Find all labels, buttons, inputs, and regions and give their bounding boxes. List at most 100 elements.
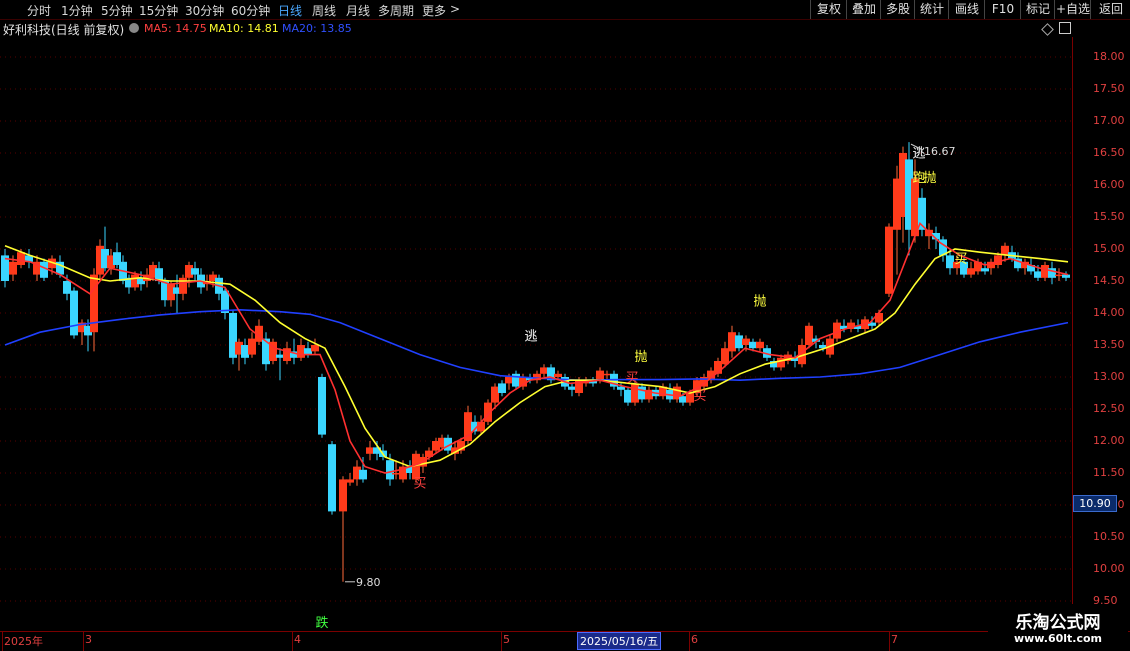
diamond-icon[interactable] — [1041, 23, 1054, 36]
period-tab-7[interactable]: 周线 — [312, 2, 336, 19]
price-tick-label: 14.50 — [1093, 274, 1125, 287]
period-tab-10[interactable]: 更多 — [422, 2, 446, 19]
up-candle — [505, 377, 513, 384]
signal-label: 逃 — [524, 330, 537, 345]
down-candle — [749, 341, 757, 349]
settings-circle-icon[interactable] — [129, 23, 139, 33]
period-tab-8[interactable]: 月线 — [346, 2, 370, 19]
up-candle — [721, 348, 729, 365]
up-candle — [346, 479, 354, 483]
up-candle — [9, 261, 17, 275]
period-tab-6[interactable]: 日线 — [278, 2, 302, 19]
up-candle — [1041, 265, 1049, 278]
ma20-line — [4, 308, 1069, 382]
toolbar-button-8[interactable]: 返回 — [1090, 0, 1130, 19]
down-candle — [386, 460, 394, 480]
stock-title: 好利科技(日线 前复权) — [3, 23, 125, 37]
up-candle — [339, 479, 347, 512]
down-candle — [63, 281, 71, 294]
down-candle — [70, 290, 78, 336]
price-tick-label: 13.50 — [1093, 338, 1125, 351]
price-tick-label: 12.50 — [1093, 402, 1125, 415]
ma20-readout: MA20: 13.85 — [282, 22, 352, 35]
date-divider — [83, 632, 84, 651]
date-label: 3 — [85, 633, 92, 646]
date-axis: 2025/05/16/五 2025年 3 4 5 6 7 — [0, 631, 1130, 651]
panel-toggle-icon[interactable] — [1059, 22, 1071, 34]
bottom-signal-label: 跌 — [315, 615, 328, 631]
date-label: 5 — [503, 633, 510, 646]
up-candle — [875, 313, 883, 323]
price-tick-label: 15.50 — [1093, 210, 1125, 223]
up-candle — [1055, 274, 1063, 277]
watermark-text: 乐淘公式网 — [1015, 613, 1101, 633]
date-divider — [689, 632, 690, 651]
up-candle — [392, 473, 400, 475]
down-candle — [638, 386, 646, 400]
more-arrow-icon[interactable]: > — [450, 2, 460, 16]
down-candle — [241, 345, 249, 358]
down-candle — [679, 396, 687, 403]
date-label: 2025年 — [4, 635, 43, 648]
toolbar-button-5[interactable]: F10 — [984, 0, 1021, 19]
signal-label: 抛 — [753, 294, 766, 309]
date-divider — [2, 632, 3, 651]
price-tick-label: 14.00 — [1093, 306, 1125, 319]
toolbar-button-0[interactable]: 复权 — [810, 0, 847, 19]
period-tab-2[interactable]: 5分钟 — [101, 2, 133, 19]
signal-label: 抛 — [923, 171, 936, 186]
toolbar-button-1[interactable]: 叠加 — [846, 0, 881, 19]
date-divider — [292, 632, 293, 651]
current-price-marker: 10.90 — [1073, 495, 1117, 512]
up-candle — [297, 345, 305, 358]
up-candle — [967, 268, 975, 275]
toolbar-button-2[interactable]: 多股 — [880, 0, 915, 19]
down-candle — [512, 373, 520, 387]
price-tick-label: 17.00 — [1093, 114, 1125, 127]
price-tick-label: 16.50 — [1093, 146, 1125, 159]
toolbar-button-3[interactable]: 统计 — [914, 0, 949, 19]
signal-label: 买 — [413, 477, 426, 492]
price-tick-label: 13.00 — [1093, 370, 1125, 383]
period-tab-5[interactable]: 60分钟 — [231, 2, 270, 19]
high-price-label: 16.67 — [924, 145, 956, 158]
up-candle — [631, 383, 639, 403]
up-candle — [491, 386, 499, 403]
low-price-label: 9.80 — [356, 576, 381, 589]
up-candle — [366, 447, 374, 454]
period-tab-0[interactable]: 分时 — [27, 2, 51, 19]
down-candle — [568, 386, 576, 390]
ma5-line — [4, 221, 1069, 474]
down-candle — [359, 469, 367, 480]
up-candle — [603, 373, 611, 376]
up-candle — [805, 325, 813, 345]
signal-label: 买 — [954, 252, 967, 267]
down-candle — [276, 354, 284, 358]
toolbar-button-7[interactable]: +自选 — [1054, 0, 1091, 19]
period-tab-9[interactable]: 多周期 — [378, 2, 414, 19]
up-candle — [742, 338, 750, 345]
period-tab-4[interactable]: 30分钟 — [185, 2, 224, 19]
toolbar-button-6[interactable]: 标记 — [1020, 0, 1055, 19]
period-toolbar: 分时 1分钟 5分钟 15分钟 30分钟 60分钟 日线 周线 月线 多周期 更多 > 复权 叠加 多股 统计… — [0, 0, 1130, 20]
price-tick-label: 12.00 — [1093, 434, 1125, 447]
ma5-readout: MA5: 14.75 — [144, 22, 207, 35]
up-candle — [756, 341, 764, 349]
down-candle — [191, 268, 199, 275]
candlestick-chart[interactable]: 逃抛抛买买买逃跑抛买16.679.80跌 — [0, 37, 1072, 631]
price-tick-label: 10.00 — [1093, 562, 1125, 575]
up-candle — [17, 252, 25, 265]
down-candle — [328, 444, 336, 512]
toolbar-button-4[interactable]: 画线 — [948, 0, 985, 19]
period-tab-3[interactable]: 15分钟 — [139, 2, 178, 19]
price-axis: 18.00 17.50 17.00 16.50 16.00 15.50 15.00 14.50… — [1072, 37, 1130, 631]
up-candle — [596, 370, 604, 381]
period-tab-1[interactable]: 1分钟 — [61, 2, 93, 19]
ma10-line — [4, 245, 1069, 468]
up-candle — [311, 345, 319, 352]
price-tick-label: 11.50 — [1093, 466, 1125, 479]
price-tick-label: 10.50 — [1093, 530, 1125, 543]
down-candle — [624, 389, 632, 403]
up-candle — [885, 226, 893, 294]
signal-label: 买 — [693, 389, 706, 404]
